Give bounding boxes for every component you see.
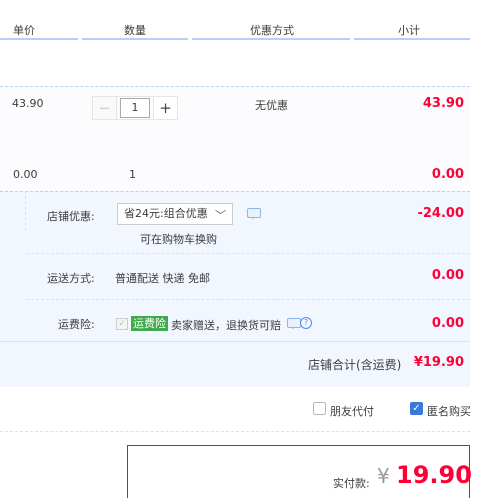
anonymous-label[interactable]: 匿名购买 xyxy=(427,403,471,419)
insurance-text: 卖家赠送，退换货可赔 xyxy=(171,319,281,332)
header-discount: 优惠方式 xyxy=(250,24,294,37)
friend-pay-label[interactable]: 朋友代付 xyxy=(330,403,374,419)
row2-subtotal: 0.00 xyxy=(431,167,464,182)
shop-total-amount: ¥19.90 xyxy=(413,355,464,370)
header-subtotal: 小计 xyxy=(398,24,420,37)
insurance-checkbox: ✓ xyxy=(116,318,128,330)
payment-amount: 19.90 xyxy=(396,461,472,489)
shop-coupon-select-value: 省24元:组合优惠 xyxy=(124,207,208,220)
shipping-value: 普通配送 快递 免邮 xyxy=(115,272,210,285)
divider xyxy=(26,299,470,300)
item-subtotal: 43.90 xyxy=(422,96,464,111)
help-icon[interactable]: ? xyxy=(300,317,312,329)
header-gap xyxy=(350,38,354,40)
header-gap xyxy=(78,38,82,40)
shop-coupon-amount: -24.00 xyxy=(417,206,464,221)
row2-quantity: 1 xyxy=(129,168,136,181)
item-discount: 无优惠 xyxy=(255,99,288,112)
insurance-badge: 运费险 xyxy=(131,316,168,331)
check-icon: ✓ xyxy=(118,319,126,329)
shop-total-label: 店铺合计(含运费) xyxy=(308,358,402,372)
item-row xyxy=(0,86,470,191)
header-unit-price: 单价 xyxy=(13,24,35,37)
decrease-quantity-button[interactable]: − xyxy=(93,97,117,119)
header-gap xyxy=(188,38,192,40)
shop-coupon-hint: 可在购物车换购 xyxy=(140,233,217,246)
chat-icon[interactable] xyxy=(247,208,261,219)
shop-coupon-label: 店铺优惠: xyxy=(47,210,95,223)
quantity-stepper: − 1 + xyxy=(92,96,178,120)
friend-pay-checkbox[interactable] xyxy=(313,402,326,415)
shipping-label: 运送方式: xyxy=(47,272,95,285)
anonymous-checkbox[interactable]: ✓ xyxy=(410,402,423,415)
payment-summary: 实付款: ¥ 19.90 xyxy=(127,445,472,498)
payment-label: 实付款: xyxy=(333,477,370,490)
order-table-header: 单价 数量 优惠方式 小计 xyxy=(0,0,470,40)
row2-price: 0.00 xyxy=(13,168,38,181)
insurance-label: 运费险: xyxy=(58,318,95,331)
shipping-amount: 0.00 xyxy=(431,268,464,283)
header-quantity: 数量 xyxy=(124,24,146,37)
plus-icon: + xyxy=(159,99,172,117)
divider xyxy=(0,431,470,432)
minus-icon: − xyxy=(98,99,111,117)
chat-icon[interactable] xyxy=(287,318,301,329)
increase-quantity-button[interactable]: + xyxy=(153,97,177,119)
chevron-down-icon: ﹀ xyxy=(215,209,226,222)
payment-currency: ¥ xyxy=(377,464,390,488)
shop-coupon-select[interactable]: 省24元:组合优惠 ﹀ xyxy=(117,203,233,225)
item-unit-price: 43.90 xyxy=(12,97,44,110)
divider xyxy=(0,191,26,231)
check-icon: ✓ xyxy=(412,403,421,414)
quantity-input[interactable]: 1 xyxy=(120,98,150,118)
divider xyxy=(26,253,470,254)
insurance-amount: 0.00 xyxy=(431,316,464,331)
